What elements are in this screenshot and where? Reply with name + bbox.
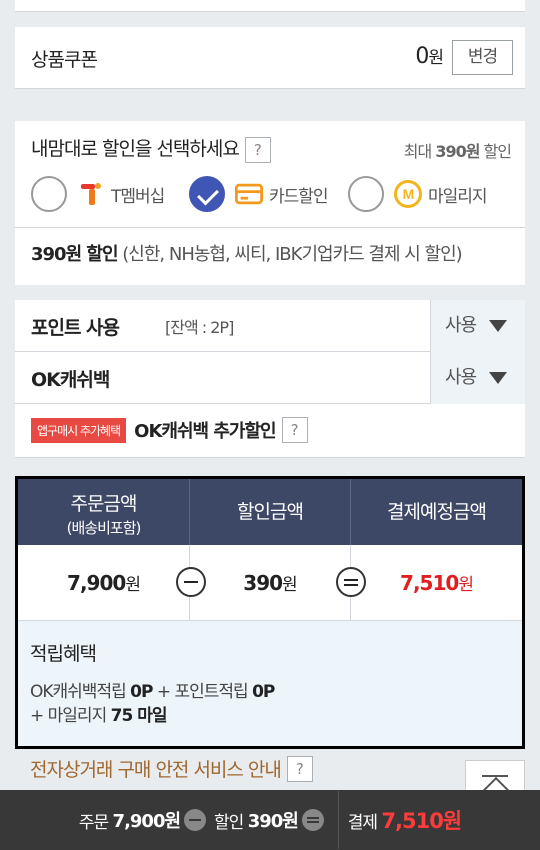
bottom-summary-bar: 주문 7,900원 할인 390원 결제 7,510원 [0,790,540,850]
ok-extra-help-icon[interactable]: ? [281,417,308,443]
t-membership-icon [77,180,105,208]
payment-summary: 주문금액 (배송비포함) 할인금액 결제예정금액 7,900원 390원 7,51… [15,476,525,749]
option-t-membership[interactable]: T멤버십 [31,176,165,212]
accum-ok-label: OK캐쉬백적립 [30,682,131,702]
discount-help-icon[interactable]: ? [244,136,271,163]
minus-icon [176,567,206,597]
discount-desc-amount: 390원 할인 [31,244,119,265]
accum-point-value: 0P [252,682,275,702]
coupon-amount: 0원 [415,43,444,69]
pay-amount-header: 결제예정금액 [387,501,487,523]
point-balance: [잔액 : 2P] [165,318,234,337]
summary-header: 주문금액 (배송비포함) 할인금액 결제예정금액 [18,479,522,545]
discount-selection-card: 내맘대로 할인을 선택하세요? 최대 390원 할인 T멤버십 카드할인 M 마… [15,121,525,285]
discount-desc-detail: (신한, NH농협, 씨티, IBK기업카드 결제 시 할인) [122,244,462,265]
pay-amount-value: 7,510원 [351,545,522,621]
discount-title: 내맘대로 할인을 선택하세요? [31,134,271,163]
max-discount-amount: 390원 [435,142,480,161]
discount-title-text: 내맘대로 할인을 선택하세요 [31,138,240,160]
accum-point-label: + 포인트적립 [152,682,253,702]
top-card-edge [15,0,525,12]
accum-ok-value: 0P [130,682,153,702]
bottom-equals-icon [301,809,324,831]
safe-service-help-icon[interactable]: ? [286,755,313,782]
order-amount-header: 주문금액 (배송비포함) [18,479,190,545]
coupon-amount-unit: 원 [428,48,444,68]
discount-divider [15,227,525,228]
card-icon [235,180,263,208]
coupon-change-button[interactable]: 변경 [452,40,513,75]
product-coupon-row: 상품쿠폰 0원 변경 [15,27,525,89]
pay-amount-unit: 원 [458,575,474,595]
t-membership-label: T멤버십 [111,186,165,207]
mileage-icon: M [394,180,422,208]
point-use-row: 포인트 사용 [잔액 : 2P] 사용 [15,300,525,352]
discount-amount-number: 390 [243,571,283,595]
bottom-pay-label: 결제 [347,812,378,833]
ok-cashbag-row: OK캐쉬백 사용 [15,352,525,404]
order-amount-unit: 원 [125,575,141,595]
option-card-discount[interactable]: 카드할인 [189,176,329,212]
point-use-dropdown[interactable]: 사용 [430,300,525,352]
order-amount-sub: (배송비포함) [66,519,142,537]
accum-mileage-value: 75 마일 [110,706,168,726]
ok-cashbag-label: OK캐쉬백 [31,369,110,391]
summary-values: 7,900원 390원 7,510원 [18,545,522,621]
bottom-pay-value: 7,510원 [381,809,462,833]
bottom-order-value: 7,900원 [112,811,181,832]
svg-text:M: M [403,186,414,202]
max-discount-prefix: 최대 [403,142,432,161]
safe-service-link[interactable]: 전자상거래 구매 안전 서비스 안내 ? [30,755,313,782]
safe-service-label: 전자상거래 구매 안전 서비스 안내 [30,759,282,781]
app-benefit-badge: 앱구매시 추가혜택 [31,417,127,443]
accum-details: OK캐쉬백적립 0P + 포인트적립 0P + 마일리지 75 마일 [30,680,510,728]
accumulation-benefits: 적립혜택 OK캐쉬백적립 0P + 포인트적립 0P + 마일리지 75 마일 [18,621,522,746]
max-discount: 최대 390원 할인 [403,138,512,162]
accum-title: 적립혜택 [30,643,97,665]
coupon-label: 상품쿠폰 [31,49,98,71]
option-mileage[interactable]: M 마일리지 [348,176,488,212]
discount-amount-header: 할인금액 [190,479,351,545]
dropdown-arrow-icon [489,320,507,332]
order-amount-number: 7,900 [67,571,126,595]
card-discount-radio[interactable] [189,176,225,212]
card-discount-label: 카드할인 [269,186,329,207]
ok-extra-label: OK캐쉬백 추가할인 [134,421,276,442]
discount-amount-value: 390원 [190,545,351,621]
bottom-discount-label: 할인 [214,812,244,833]
point-use-dropdown-label: 사용 [445,315,477,336]
t-membership-radio[interactable] [31,176,67,212]
ok-cashbag-extra: 앱구매시 추가혜택 OK캐쉬백 추가할인 ? [31,417,308,443]
point-use-label: 포인트 사용 [31,317,120,339]
ok-cashbag-dropdown-label: 사용 [445,367,477,388]
mileage-radio[interactable] [348,176,384,212]
max-discount-suffix: 할인 [483,142,512,161]
points-card: 포인트 사용 [잔액 : 2P] 사용 OK캐쉬백 사용 앱구매시 추가혜택 O… [15,300,525,458]
bottom-minus-icon [184,809,207,831]
accum-mileage-label: + 마일리지 [30,706,111,726]
equals-icon [336,567,366,597]
pay-amount-number: 7,510 [400,571,459,595]
coupon-amount-value: 0 [415,44,429,69]
bottom-divider [337,791,339,849]
order-amount-value: 7,900원 [18,545,190,621]
bottom-discount-value: 390원 [247,811,299,832]
ok-cashbag-use-dropdown[interactable]: 사용 [430,352,525,404]
dropdown-arrow-icon [489,372,507,384]
bottom-order-label: 주문 [78,812,109,833]
mileage-label: 마일리지 [428,186,488,207]
discount-amount-unit: 원 [282,575,298,595]
discount-description: 390원 할인 (신한, NH농협, 씨티, IBK기업카드 결제 시 할인) [31,240,463,266]
order-amount-title: 주문금액 [70,493,138,515]
